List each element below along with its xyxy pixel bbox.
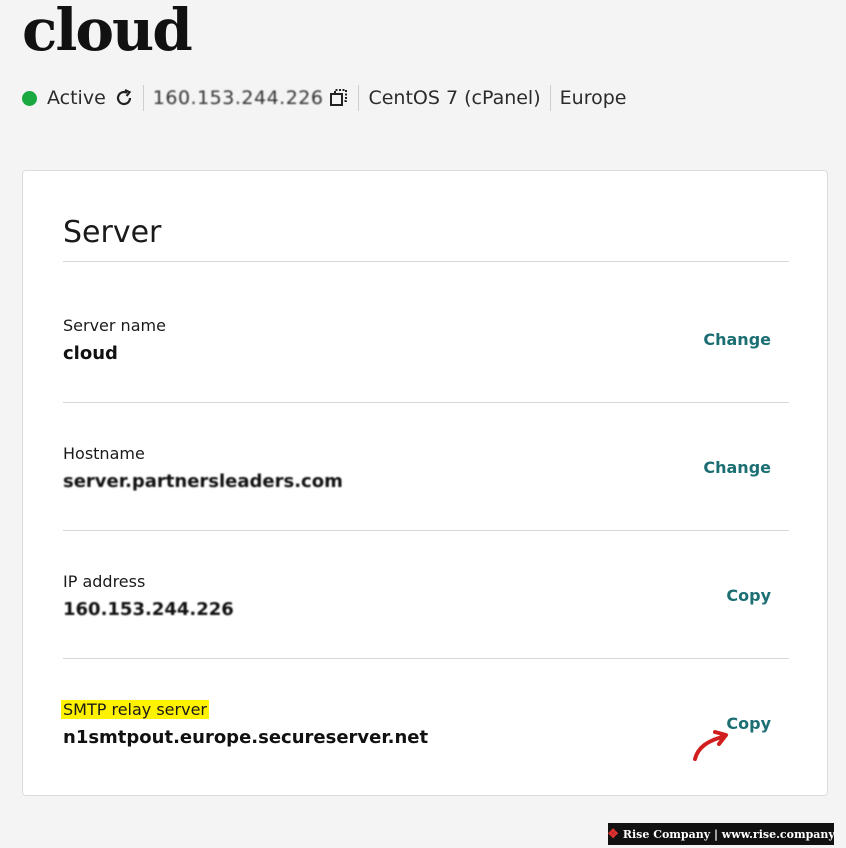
hostname-value: server.partnersleaders.com: [63, 471, 343, 492]
smtp-relay-value: n1smtpout.europe.secureserver.net: [63, 727, 429, 748]
divider: [63, 658, 789, 659]
watermark-logo-icon: ❖: [607, 826, 619, 842]
watermark: ❖ Rise Company | www.rise.company: [607, 823, 835, 845]
copy-smtp-relay-button[interactable]: Copy: [726, 714, 771, 733]
server-name-value: cloud: [63, 343, 118, 364]
os-text: CentOS 7 (cPanel): [368, 87, 541, 109]
server-card: Server Server name cloud Change Hostname…: [22, 170, 828, 796]
server-name-row: Server name cloud Change: [63, 316, 789, 416]
ip-address-value: 160.153.244.226: [63, 599, 234, 620]
smtp-relay-row: SMTP relay server n1smtpout.europe.secur…: [61, 700, 789, 800]
copy-ip-address-button[interactable]: Copy: [726, 586, 771, 605]
smtp-relay-label: SMTP relay server: [61, 700, 209, 719]
ip-address-text: 160.153.244.226: [152, 87, 324, 109]
hostname-row: Hostname server.partnersleaders.com Chan…: [63, 444, 789, 544]
server-name-label: Server name: [63, 316, 166, 335]
page-title: cloud: [22, 0, 193, 64]
divider: [63, 402, 789, 403]
ip-address-row: IP address 160.153.244.226 Copy: [63, 572, 789, 672]
status-text: Active: [47, 87, 106, 109]
server-status-bar: Active 160.153.244.226 CentOS 7 (cPanel)…: [22, 84, 626, 112]
divider: [63, 261, 789, 262]
copy-icon[interactable]: [329, 88, 349, 108]
watermark-text: Rise Company | www.rise.company: [622, 827, 835, 841]
change-hostname-button[interactable]: Change: [703, 458, 771, 477]
ip-address-label: IP address: [63, 572, 146, 591]
divider: [63, 530, 789, 531]
divider: [358, 85, 360, 111]
status-dot: [22, 90, 37, 106]
divider: [142, 85, 144, 111]
divider: [549, 85, 551, 111]
refresh-icon[interactable]: [114, 88, 134, 108]
red-arrow-annotation: [693, 730, 728, 761]
change-server-name-button[interactable]: Change: [703, 330, 771, 349]
hostname-label: Hostname: [63, 444, 145, 463]
card-title: Server: [63, 215, 162, 250]
region-text: Europe: [559, 87, 627, 109]
